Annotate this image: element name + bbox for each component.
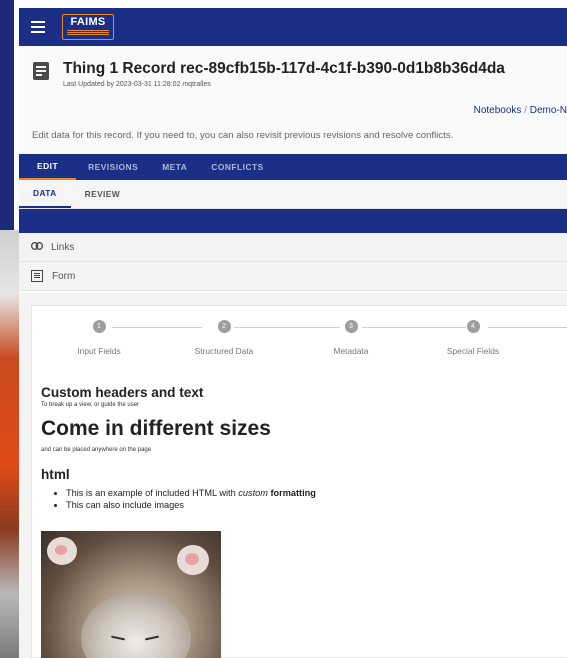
sub-tabs: DATA REVIEW: [19, 180, 567, 209]
tab-meta[interactable]: META: [150, 154, 199, 180]
html-bullet-list: This is an example of included HTML with…: [52, 488, 316, 512]
step-label: Structured Data: [194, 346, 254, 356]
step-metadata[interactable]: 3 Metadata: [306, 320, 396, 356]
record-icon: [33, 62, 49, 80]
kitten-paw-pad: [185, 553, 199, 565]
tab-conflicts[interactable]: CONFLICTS: [199, 154, 275, 180]
record-header: Thing 1 Record rec-89cfb15b-117d-4c1f-b3…: [19, 46, 567, 154]
kitten-eye: [144, 635, 160, 641]
step-number: 1: [92, 320, 106, 333]
html-heading: html: [41, 467, 70, 482]
form-label: Form: [52, 270, 76, 282]
logo-stripes: [67, 30, 109, 36]
last-updated-text: Last Updated by 2023-03-31 11:28:02 mqtr…: [63, 81, 211, 88]
intro-text: Edit data for this record. If you need t…: [32, 130, 454, 141]
form-section[interactable]: Form: [19, 262, 567, 291]
custom-subtext: To break up a view, or guide the user: [41, 402, 140, 408]
tab-edit[interactable]: EDIT: [19, 154, 77, 180]
list-item: This is an example of included HTML with…: [66, 488, 316, 498]
background-window: [0, 0, 14, 230]
form-card: 1 Input Fields 2 Structured Data 3 Metad…: [31, 305, 567, 658]
step-number: 2: [217, 320, 231, 333]
form-toolbar-band: [19, 209, 567, 233]
kitten-paw-pad: [55, 545, 67, 555]
kitten-eye: [110, 635, 126, 641]
main-tabs: EDIT REVISIONS META CONFLICTS: [19, 154, 567, 180]
form-icon: [31, 270, 43, 282]
large-subtext: and can be placed anywhere on the page: [41, 447, 152, 453]
kitten-head: [81, 593, 191, 658]
step-label: Special Fields: [446, 346, 500, 356]
background-photo: [0, 230, 19, 658]
logo-text: FAIMS: [70, 16, 106, 28]
step-label: Metadata: [333, 346, 369, 356]
record-title: Thing 1 Record rec-89cfb15b-117d-4c1f-b3…: [63, 60, 505, 77]
breadcrumb-notebooks[interactable]: Notebooks: [474, 105, 522, 116]
links-label: Links: [51, 241, 75, 253]
menu-icon[interactable]: [31, 21, 45, 33]
step-special-fields[interactable]: 4 Special Fields: [428, 320, 518, 356]
breadcrumb-notebook[interactable]: Demo-N: [530, 105, 567, 116]
app-window: FAIMS Thing 1 Record rec-89cfb15b-117d-4…: [19, 8, 567, 658]
list-item: This can also include images: [66, 500, 316, 510]
tab-revisions[interactable]: REVISIONS: [76, 154, 150, 180]
tab-data[interactable]: DATA: [19, 180, 71, 208]
kitten-image: [41, 531, 221, 658]
link-icon: [31, 241, 45, 253]
step-label: Input Fields: [77, 346, 121, 356]
breadcrumb: Notebooks / Demo-N: [474, 105, 567, 116]
step-number: 4: [466, 320, 480, 333]
faims-logo[interactable]: FAIMS: [62, 14, 114, 40]
links-section[interactable]: Links: [19, 233, 567, 262]
breadcrumb-separator: /: [524, 105, 527, 116]
large-heading: Come in different sizes: [41, 417, 271, 440]
stepper: 1 Input Fields 2 Structured Data 3 Metad…: [32, 316, 567, 356]
form-area: 1 Input Fields 2 Structured Data 3 Metad…: [19, 293, 567, 658]
step-number: 3: [344, 320, 358, 333]
tab-review[interactable]: REVIEW: [71, 180, 134, 208]
top-app-bar: FAIMS: [19, 8, 567, 46]
step-structured-data[interactable]: 2 Structured Data: [179, 320, 269, 356]
step-input-fields[interactable]: 1 Input Fields: [54, 320, 144, 356]
custom-heading: Custom headers and text: [41, 385, 204, 400]
